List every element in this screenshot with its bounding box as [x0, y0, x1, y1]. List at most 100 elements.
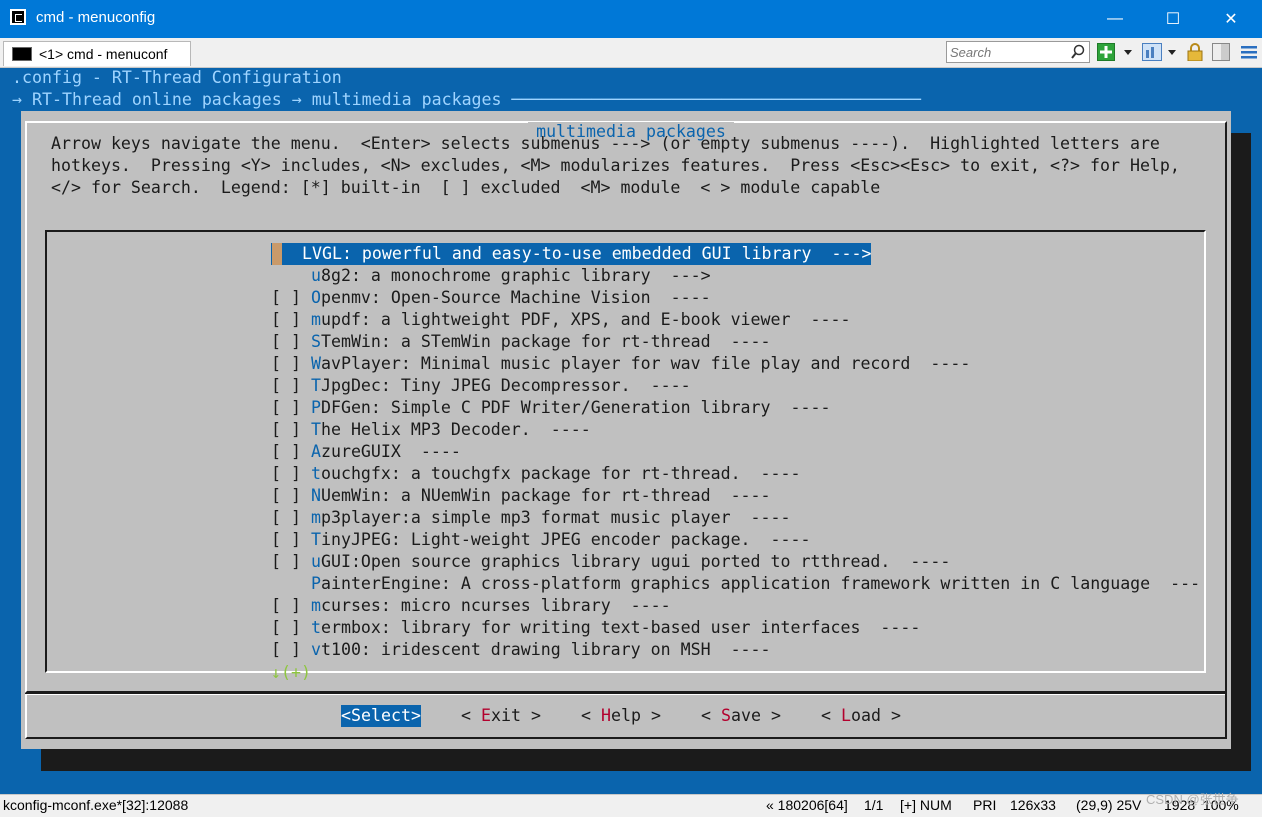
- menu-item[interactable]: [ ] AzureGUIX ----: [271, 441, 461, 463]
- search-box[interactable]: [946, 41, 1090, 63]
- menu-item-label: he Helix MP3 Decoder. ----: [320, 420, 591, 439]
- menu-item-label: penmv: Open-Source Machine Vision ----: [320, 288, 711, 307]
- menu-item-hotkey: m: [310, 596, 321, 615]
- menu-item-label: ouchgfx: a touchgfx package for rt-threa…: [320, 464, 801, 483]
- menu-item-label: inyJPEG: Light-weight JPEG encoder packa…: [320, 530, 811, 549]
- menu-item-checkbox: [271, 574, 311, 593]
- text-cursor: [272, 243, 282, 265]
- menu-item-hotkey: N: [310, 486, 321, 505]
- menu-item-hotkey: O: [310, 288, 321, 307]
- search-input[interactable]: [950, 44, 1066, 60]
- new-console-icon[interactable]: [1097, 43, 1115, 61]
- split-view-icon[interactable]: [1212, 43, 1230, 61]
- menu-item-hotkey: L: [301, 244, 312, 263]
- menu-item-checkbox: [ ]: [271, 442, 311, 461]
- menu-item-label: 8g2: a monochrome graphic library --->: [320, 266, 711, 285]
- dialog-button-exit[interactable]: < Exit >: [461, 705, 541, 727]
- menu-item-hotkey: S: [310, 332, 321, 351]
- lock-icon[interactable]: [1186, 43, 1204, 61]
- menu-item[interactable]: [ ] termbox: library for writing text-ba…: [271, 617, 920, 639]
- console-tab-icon: [12, 47, 32, 61]
- menu-item-hotkey: u: [310, 266, 321, 285]
- menu-item[interactable]: LVGL: powerful and easy-to-use embedded …: [271, 243, 872, 265]
- menu-item-checkbox: [ ]: [271, 420, 311, 439]
- menu-item-hotkey: u: [310, 552, 321, 571]
- menu-item[interactable]: [ ] Openmv: Open-Source Machine Vision -…: [271, 287, 711, 309]
- menu-item[interactable]: [ ] vt100: iridescent drawing library on…: [271, 639, 771, 661]
- menu-item-label: avPlayer: Minimal music player for wav f…: [320, 354, 971, 373]
- menu-item-label: updf: a lightweight PDF, XPS, and E-book…: [320, 310, 851, 329]
- menu-item-label: t100: iridescent drawing library on MSH …: [320, 640, 771, 659]
- menu-item-hotkey: t: [310, 464, 321, 483]
- more-indicator: ↓(+): [271, 663, 311, 682]
- breadcrumb: → RT-Thread online packages → multimedia…: [12, 90, 922, 109]
- config-header: .config - RT-Thread Configuration: [12, 68, 342, 87]
- menu-item-label: GUI:Open source graphics library ugui po…: [320, 552, 951, 571]
- menu-item[interactable]: [ ] TJpgDec: Tiny JPEG Decompressor. ---…: [271, 375, 691, 397]
- tab-cmd-menuconf[interactable]: <1> cmd - menuconf: [3, 41, 191, 66]
- dialog-button-save[interactable]: < Save >: [701, 705, 781, 727]
- menu-item-hotkey: W: [310, 354, 321, 373]
- help-text-line-2: hotkeys. Pressing <Y> includes, <N> excl…: [51, 156, 1180, 175]
- window-titlebar[interactable]: cmd - menuconfig — ☐ ✕: [0, 0, 1262, 38]
- dialog-button-help[interactable]: < Help >: [581, 705, 661, 727]
- chevron-down-icon[interactable]: [1122, 43, 1134, 61]
- menu-item-checkbox: [ ]: [271, 332, 311, 351]
- menu-item-checkbox: [ ]: [271, 640, 311, 659]
- help-text-line-3: </> for Search. Legend: [*] built-in [ ]…: [51, 178, 881, 197]
- menu-item-checkbox: [ ]: [271, 552, 311, 571]
- menu-item[interactable]: [ ] The Helix MP3 Decoder. ----: [271, 419, 591, 441]
- menu-item[interactable]: PainterEngine: A cross-platform graphics…: [271, 573, 1200, 595]
- menu-item-checkbox: [ ]: [271, 618, 311, 637]
- menu-item[interactable]: [ ] PDFGen: Simple C PDF Writer/Generati…: [271, 397, 830, 419]
- menu-item[interactable]: u8g2: a monochrome graphic library --->: [271, 265, 711, 287]
- tab-label: <1> cmd - menuconf: [39, 46, 168, 62]
- menu-item-label: VGL: powerful and easy-to-use embedded G…: [311, 244, 872, 263]
- menu-item-label: p3player:a simple mp3 format music playe…: [320, 508, 791, 527]
- menu-item-checkbox: [ ]: [271, 530, 311, 549]
- menu-item-hotkey: A: [310, 442, 321, 461]
- menu-item-hotkey: P: [310, 574, 321, 593]
- dialog-button-load[interactable]: < Load >: [821, 705, 901, 727]
- menu-item-checkbox: [ ]: [271, 486, 311, 505]
- help-text-line-1: Arrow keys navigate the menu. <Enter> se…: [51, 134, 1160, 153]
- menu-item[interactable]: [ ] mupdf: a lightweight PDF, XPS, and E…: [271, 309, 850, 331]
- menu-item-label: JpgDec: Tiny JPEG Decompressor. ----: [320, 376, 691, 395]
- menu-item-checkbox: [271, 266, 311, 285]
- menu-item-label: ainterEngine: A cross-platform graphics …: [320, 574, 1201, 593]
- maximize-button[interactable]: ☐: [1144, 0, 1202, 38]
- menu-item[interactable]: [ ] uGUI:Open source graphics library ug…: [271, 551, 950, 573]
- menu-item[interactable]: [ ] TinyJPEG: Light-weight JPEG encoder …: [271, 529, 811, 551]
- menu-item-checkbox: [271, 243, 302, 265]
- menu-item-hotkey: T: [310, 530, 321, 549]
- menu-item[interactable]: [ ] mp3player:a simple mp3 format music …: [271, 507, 791, 529]
- chevron-down-icon[interactable]: [1166, 43, 1178, 61]
- menu-item-label: zureGUIX ----: [320, 442, 461, 461]
- hamburger-menu-icon[interactable]: [1240, 43, 1258, 61]
- close-button[interactable]: ✕: [1202, 0, 1260, 38]
- status-page: 1/1: [864, 797, 884, 813]
- menu-item-label: UemWin: a NUemWin package for rt-thread …: [320, 486, 771, 505]
- menu-item[interactable]: [ ] WavPlayer: Minimal music player for …: [271, 353, 970, 375]
- status-process: kconfig-mconf.exe*[32]:12088: [3, 797, 189, 813]
- menu-item-hotkey: m: [310, 310, 321, 329]
- menu-item-label: TemWin: a STemWin package for rt-thread …: [320, 332, 771, 351]
- layout-icon[interactable]: [1142, 43, 1162, 61]
- status-size: 126x33: [1010, 797, 1056, 813]
- dialog-button-select[interactable]: <Select>: [341, 705, 421, 727]
- menu-item-hotkey: m: [310, 508, 321, 527]
- menu-item[interactable]: [ ] NUemWin: a NUemWin package for rt-th…: [271, 485, 771, 507]
- button-divider-highlight: [25, 694, 1225, 695]
- menu-item-checkbox: [ ]: [271, 464, 311, 483]
- search-icon[interactable]: [1071, 44, 1085, 60]
- watermark: CSDN @张世争: [1146, 792, 1239, 807]
- menu-item-hotkey: v: [310, 640, 321, 659]
- menu-item[interactable]: [ ] touchgfx: a touchgfx package for rt-…: [271, 463, 801, 485]
- menu-item-checkbox: [ ]: [271, 596, 311, 615]
- menu-item-checkbox: [ ]: [271, 354, 311, 373]
- tab-toolbar: <1> cmd - menuconf: [0, 38, 1262, 68]
- menu-item[interactable]: [ ] STemWin: a STemWin package for rt-th…: [271, 331, 771, 353]
- minimize-button[interactable]: —: [1086, 0, 1144, 38]
- menu-item[interactable]: [ ] mcurses: micro ncurses library ----: [271, 595, 671, 617]
- console-app-icon[interactable]: [10, 9, 26, 25]
